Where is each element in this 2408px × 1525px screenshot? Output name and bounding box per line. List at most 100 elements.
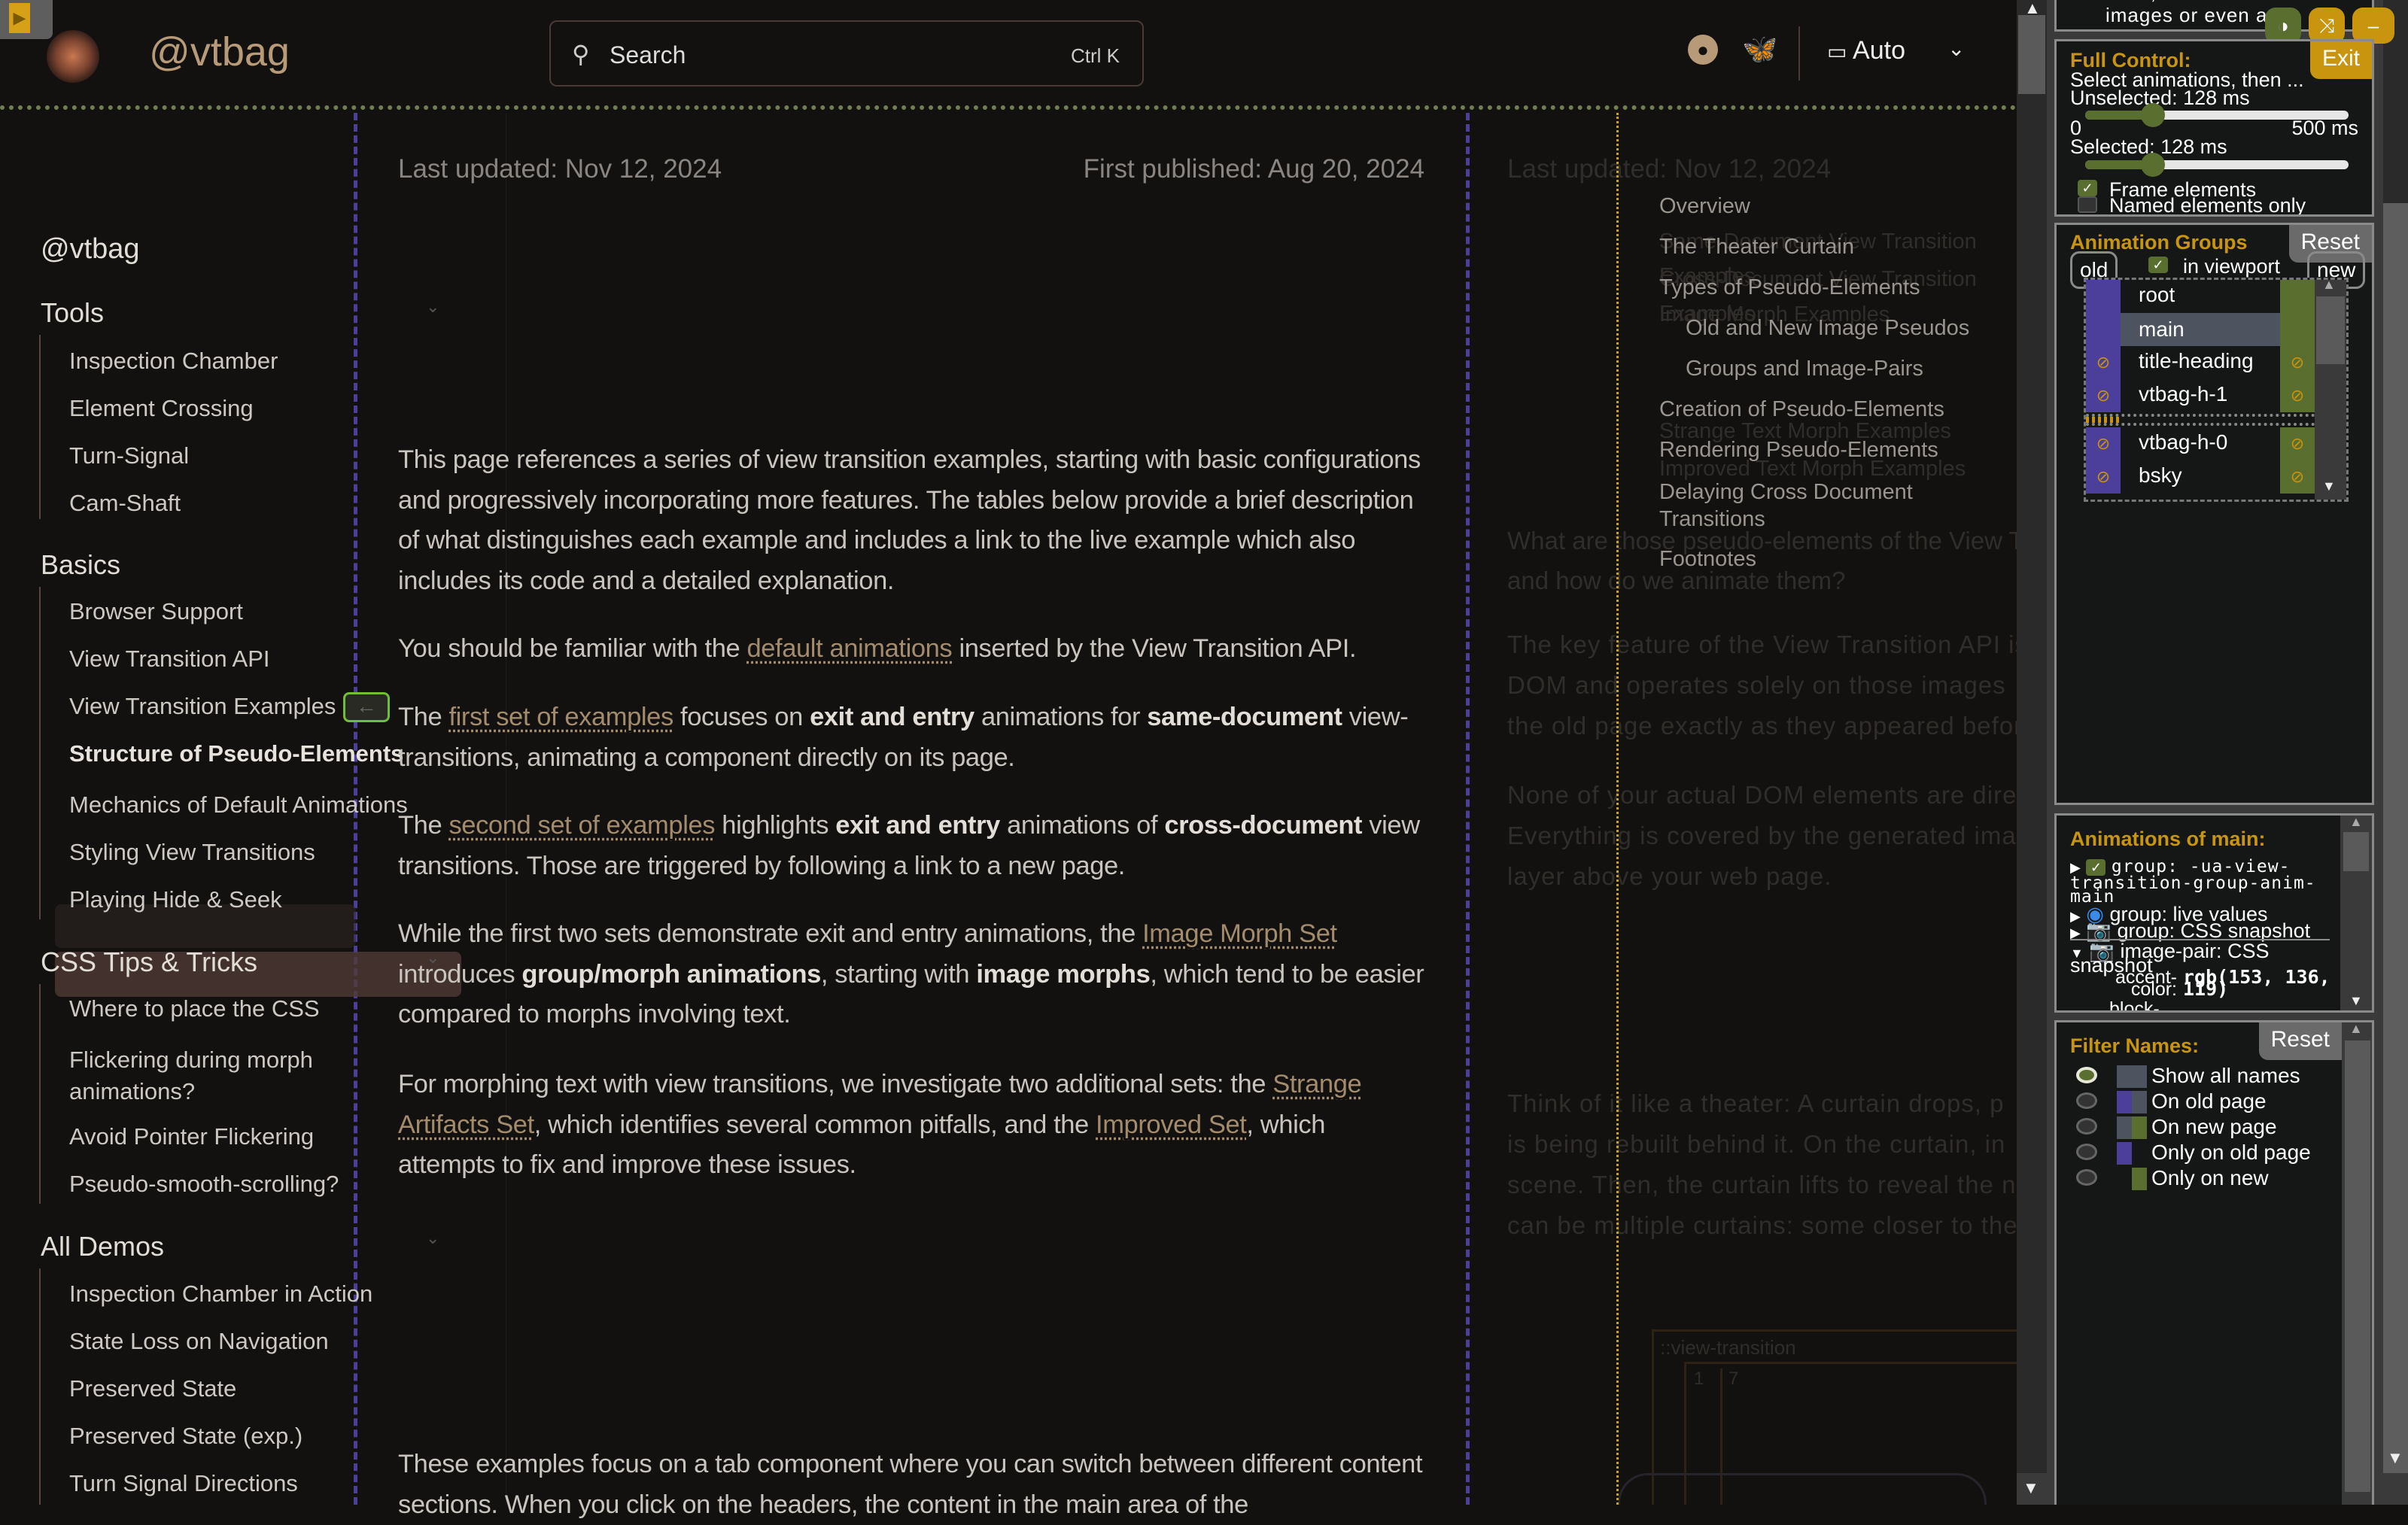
view-transition-name-row[interactable]: main [2086, 313, 2315, 346]
sidebar-item[interactable]: View Transition API [69, 646, 270, 673]
eye-slash-icon[interactable]: ⊘ [2280, 460, 2315, 494]
toc-link[interactable]: Groups and Image-Pairs [1686, 357, 1923, 381]
toc-link[interactable]: The Theater Curtain [1659, 235, 1854, 260]
contrast-icon[interactable]: ◑ [2265, 8, 2301, 44]
sidebar-section-heading[interactable]: All Demos [41, 1231, 164, 1262]
toc-link[interactable]: Overview [1659, 194, 1750, 219]
reset-button[interactable]: Reset [2258, 1022, 2342, 1060]
sidebar-item[interactable]: Preserved State [69, 1375, 236, 1402]
scroll-up-icon[interactable]: ▲ [2322, 277, 2336, 293]
swap-icon[interactable]: ⤨ [2309, 8, 2345, 44]
back-arrow-icon[interactable]: ← [343, 692, 390, 722]
minimize-icon[interactable]: – [2352, 8, 2394, 44]
in-viewport-checkbox[interactable]: ✓ [2148, 257, 2168, 273]
scroll-down-icon[interactable]: ▼ [2387, 1448, 2403, 1468]
default-animations-link[interactable]: default animations [746, 634, 952, 663]
sidebar-item[interactable]: Flickering during morph animations? [69, 1044, 325, 1107]
toc-link[interactable]: Rendering Pseudo-Elements [1659, 438, 1938, 463]
animation-group-item[interactable]: ▶ ✓ group: -ua-view-transition-group-ani… [2070, 858, 2326, 906]
sidebar-item[interactable]: Inspection Chamber [69, 348, 278, 375]
eye-slash-icon[interactable]: ⊘ [2086, 379, 2121, 412]
slider-handle[interactable] [2140, 103, 2165, 127]
section-scrollbar[interactable]: ▲ [2342, 1022, 2372, 1505]
toc-link[interactable]: Creation of Pseudo-Elements [1659, 397, 1944, 422]
sidebar-item[interactable]: Structure of Pseudo-Elements [69, 740, 403, 767]
scroll-down-icon[interactable]: ▼ [2023, 1478, 2039, 1498]
filter-radio[interactable] [2076, 1144, 2097, 1160]
filter-radio[interactable] [2076, 1092, 2097, 1109]
sidebar-item[interactable]: Turn Signal Directions [69, 1470, 298, 1497]
old-page-indicator[interactable] [2086, 313, 2121, 346]
page-scrollbar[interactable]: ▲ [2017, 0, 2047, 1473]
selected-duration-slider[interactable] [2085, 153, 2349, 177]
exit-button[interactable]: Exit [2309, 41, 2372, 79]
sidebar-item[interactable]: Where to place the CSS [69, 995, 320, 1022]
filter-radio[interactable] [2076, 1067, 2097, 1083]
inspection-chamber-toggle[interactable]: ▶ [0, 0, 53, 39]
filter-radio[interactable] [2076, 1118, 2097, 1135]
frame-elements-checkbox[interactable]: ✓ [2078, 180, 2097, 196]
filter-option-label[interactable]: On old page [2151, 1089, 2267, 1113]
old-page-indicator[interactable] [2086, 280, 2121, 313]
chevron-down-icon[interactable]: ⌄ [1947, 36, 1965, 61]
eye-slash-icon[interactable]: ⊘ [2086, 460, 2121, 494]
sidebar-item[interactable]: Preserved State (exp.) [69, 1423, 303, 1450]
sidebar-item[interactable]: Browser Support [69, 598, 243, 625]
view-transition-name-row[interactable]: root [2086, 280, 2315, 313]
panel-scrollbar-thumb[interactable] [2383, 203, 2408, 1473]
github-icon[interactable]: ● [1688, 35, 1718, 65]
sidebar-item[interactable]: Styling View Transitions [69, 839, 315, 866]
sidebar-item[interactable]: Turn-Signal [69, 442, 189, 469]
view-transition-name-row[interactable]: ⊘ vtbag-h-0 ⊘ [2086, 427, 2315, 460]
eye-slash-icon[interactable]: ⊘ [2280, 379, 2315, 412]
eye-slash-icon[interactable]: ⊘ [2086, 427, 2121, 460]
filter-option-label[interactable]: Show all names [2151, 1064, 2300, 1088]
scroll-up-icon[interactable]: ▲ [2024, 0, 2041, 18]
toc-link[interactable]: Footnotes [1659, 547, 1756, 572]
eye-slash-icon[interactable]: ⊘ [2086, 346, 2121, 379]
named-only-checkbox[interactable] [2078, 196, 2097, 213]
filter-radio[interactable] [2076, 1169, 2097, 1186]
view-transition-name-row[interactable]: ⊘ vtbag-h-1 ⊘ [2086, 379, 2315, 412]
sidebar-item[interactable]: Pseudo-smooth-scrolling? [69, 1171, 339, 1198]
sidebar-item[interactable]: Element Crossing [69, 395, 254, 422]
sidebar-item[interactable]: Avoid Pointer Flickering [69, 1123, 314, 1150]
filter-option-label[interactable]: Only on old page [2151, 1141, 2311, 1165]
site-title[interactable]: @vtbag [149, 29, 290, 75]
sidebar-item[interactable]: Inspection Chamber in Action [69, 1280, 372, 1308]
sidebar-item[interactable]: Mechanics of Default Animations [69, 791, 408, 819]
sidebar-item[interactable]: Playing Hide & Seek [69, 886, 282, 913]
filter-option-label[interactable]: Only on new [2151, 1166, 2269, 1190]
toc-link[interactable]: Old and New Image Pseudos [1686, 316, 1969, 341]
toc-link[interactable]: Delaying Cross Document Transitions [1659, 478, 1975, 533]
slider-handle[interactable] [2140, 153, 2165, 177]
sidebar-section-heading[interactable]: CSS Tips & Tricks [41, 946, 257, 978]
search-button[interactable]: ⚲ Search Ctrl K [549, 20, 1144, 87]
theme-select[interactable]: ▭ Auto [1827, 36, 1905, 65]
sidebar-section-heading[interactable]: Tools [41, 297, 104, 329]
eye-slash-icon[interactable]: ⊘ [2280, 346, 2315, 379]
view-transition-name-row[interactable]: ⊘ bsky ⊘ [2086, 460, 2315, 494]
view-transition-names-list[interactable]: ▲ ▼ root main ⊘ title-heading ⊘ ⊘ vtbag-h-1 ⊘ ⊘ v… [2084, 277, 2349, 502]
improved-set-link[interactable]: Improved Set [1096, 1110, 1247, 1139]
sidebar-item[interactable]: View Transition Examples [69, 693, 336, 720]
eye-slash-icon[interactable]: ⊘ [2280, 427, 2315, 460]
sidebar-item[interactable]: Cam-Shaft [69, 490, 181, 517]
first-set-link[interactable]: first set of examples [448, 703, 673, 731]
sidebar-section-heading[interactable]: Basics [41, 549, 120, 581]
sidebar-title[interactable]: @vtbag [41, 233, 140, 266]
view-transition-name-row[interactable]: ⊘ title-heading ⊘ [2086, 346, 2315, 379]
toc-link[interactable]: Types of Pseudo-Elements [1659, 275, 1920, 300]
checkbox[interactable]: ✓ [2086, 859, 2106, 876]
scrollbar-thumb[interactable] [2018, 15, 2045, 94]
site-logo[interactable] [47, 30, 99, 83]
filter-option-label[interactable]: On new page [2151, 1115, 2277, 1139]
scroll-down-icon[interactable]: ▼ [2322, 478, 2336, 494]
list-scrollbar[interactable]: ▲ ▼ [2315, 277, 2346, 500]
section-scrollbar[interactable]: ▲ ▼ [2340, 816, 2372, 1010]
bluesky-butterfly-icon[interactable]: 🦋 [1742, 35, 1777, 65]
new-page-indicator[interactable] [2280, 313, 2315, 346]
second-set-link[interactable]: second set of examples [448, 811, 715, 840]
sidebar-item[interactable]: State Loss on Navigation [69, 1328, 329, 1355]
new-page-indicator[interactable] [2280, 280, 2315, 313]
